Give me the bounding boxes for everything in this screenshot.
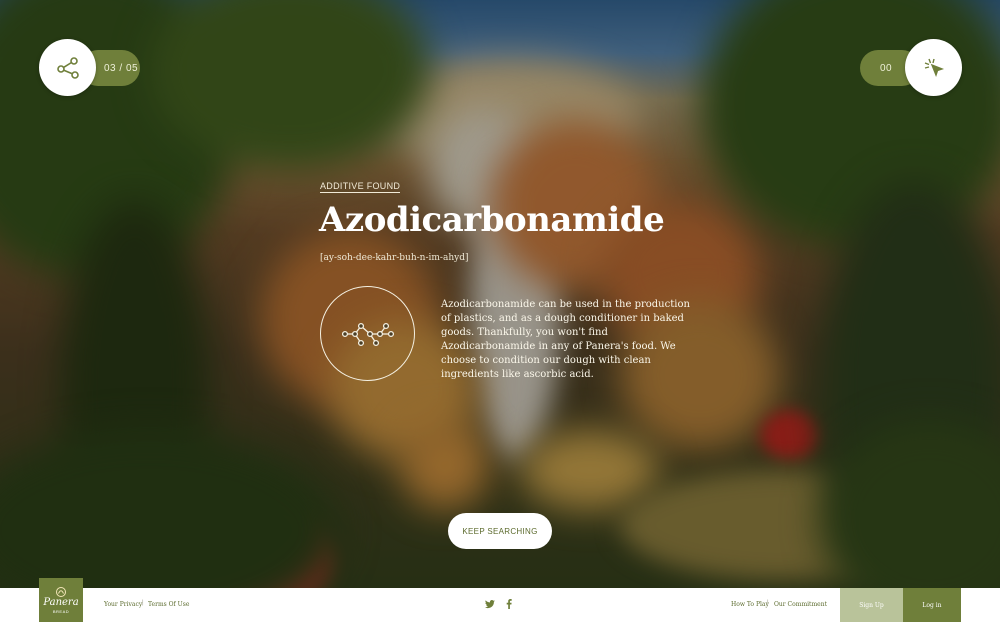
progress-label: 03 / 05 xyxy=(104,62,139,74)
footer-divider-right: | xyxy=(767,600,769,606)
panera-logo[interactable]: Panera BREAD xyxy=(39,578,83,622)
cursor-sparkle-icon xyxy=(924,58,944,77)
twitter-button[interactable] xyxy=(485,599,495,609)
our-commitment-link[interactable]: Our Commitment xyxy=(774,601,827,608)
privacy-link[interactable]: Your Privacy xyxy=(104,601,142,608)
twitter-icon xyxy=(485,599,495,608)
scene-overlay xyxy=(0,0,1000,588)
additive-found-label: ADDITIVE FOUND xyxy=(320,181,401,193)
found-count: 00 xyxy=(880,62,893,74)
share-button[interactable] xyxy=(39,39,96,96)
keep-searching-button[interactable]: KEEP SEARCHING xyxy=(448,513,552,549)
pronunciation: [ay-soh-dee-kahr-buh-n-im-ahyd] xyxy=(320,253,469,263)
terms-link[interactable]: Terms Of Use xyxy=(148,601,189,608)
molecule-badge xyxy=(320,286,415,381)
cursor-button[interactable] xyxy=(905,39,962,96)
logo-subtext: BREAD xyxy=(52,609,70,614)
molecule-icon xyxy=(341,322,394,346)
logo-text: Panera xyxy=(43,597,79,608)
log-in-button[interactable]: Log in xyxy=(903,588,961,622)
sign-up-button[interactable]: Sign Up xyxy=(840,588,903,622)
additive-description: Azodicarbonamide can be used in the prod… xyxy=(441,299,690,380)
facebook-icon xyxy=(506,599,512,609)
background-scene xyxy=(0,0,1000,588)
additive-title: Azodicarbonamide xyxy=(319,200,665,240)
share-network-icon xyxy=(56,56,79,79)
facebook-button[interactable] xyxy=(504,599,514,609)
footer-divider: | xyxy=(142,600,144,606)
how-to-play-link[interactable]: How To Play xyxy=(731,601,769,608)
